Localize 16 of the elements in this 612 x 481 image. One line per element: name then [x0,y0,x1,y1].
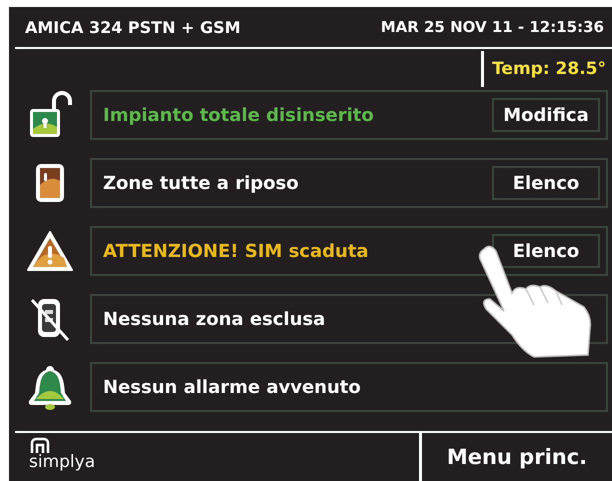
open-padlock-icon [28,91,72,139]
status-text: Zone tutte a riposo [103,172,299,194]
temperature-reading: Temp: 28.5° [481,51,612,87]
date-time: MAR 25 NOV 11 - 12:15:36 [380,18,604,36]
brand-logo-text: simplya [29,453,96,471]
device-title: AMICA 324 PSTN + GSM [25,18,241,36]
row-button[interactable]: Modifica [492,98,600,132]
row-button[interactable]: Elenco [492,166,600,200]
status-text: Nessuna zona esclusa [103,308,326,330]
status-text: Impianto totale disinserito [103,104,374,126]
row-button[interactable]: Elenco [492,234,600,268]
status-text: ATTENZIONE! SIM scaduta [103,240,369,262]
logo-arch-icon [29,437,51,453]
status-text: Nessun allarme avvenuto [103,376,361,398]
door-icon [34,163,64,203]
warning-icon [26,230,74,272]
